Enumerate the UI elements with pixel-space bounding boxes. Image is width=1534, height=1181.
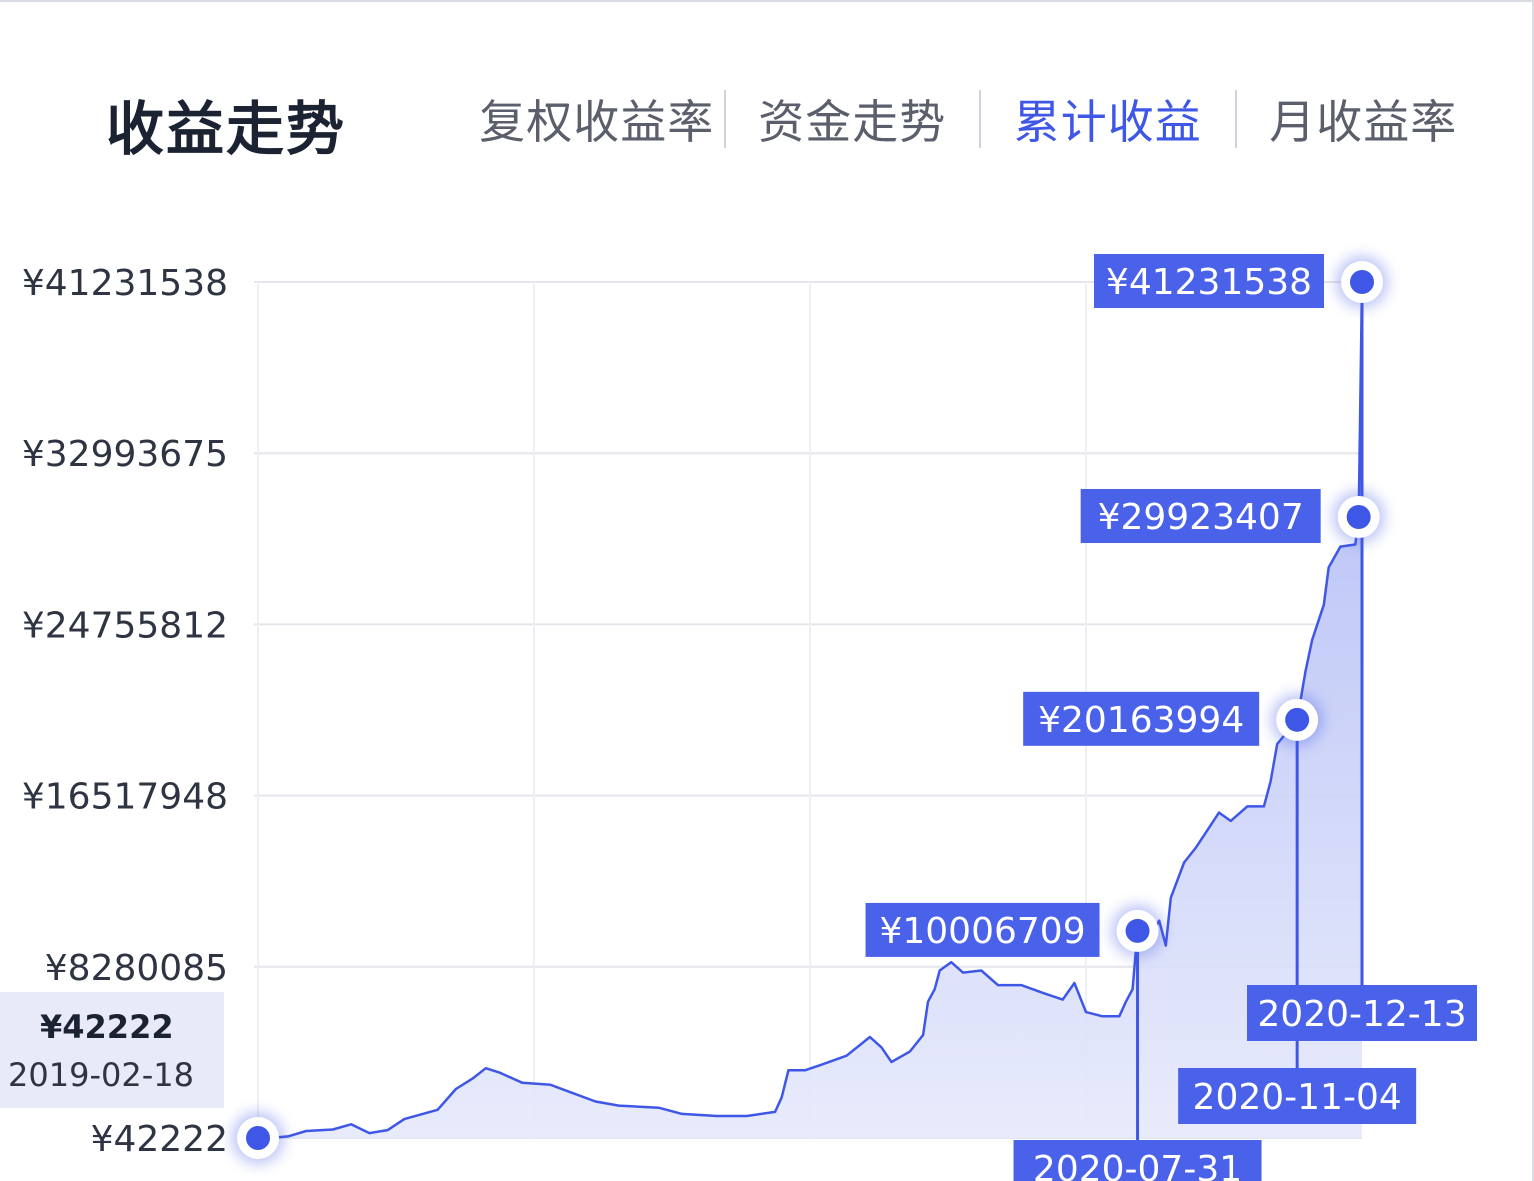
marker-dot [246, 1126, 270, 1150]
y-tick-label: ¥32993675 [22, 434, 228, 475]
highlight-marker [1332, 491, 1385, 544]
value-label: ¥10006709 [865, 902, 1100, 957]
hover-date: 2019-02-18 [8, 1056, 194, 1094]
y-tick-label: ¥24755812 [22, 605, 228, 646]
start-marker [232, 1112, 284, 1164]
value-label: ¥41231538 [1094, 254, 1324, 308]
label-text: 2020-12-13 [1257, 994, 1466, 1035]
date-label: 2020-07-31 [1013, 1140, 1262, 1181]
date-label: 2020-12-13 [1247, 985, 1477, 1041]
value-label: ¥20163994 [1023, 691, 1260, 746]
hover-value: ¥42222 [40, 1008, 174, 1046]
label-text: ¥41231538 [1106, 262, 1312, 303]
value-label: ¥29923407 [1080, 489, 1321, 544]
y-tick-label: ¥8280085 [45, 948, 228, 989]
cumulative-return-chart[interactable]: ¥41231538 ¥32993675 ¥24755812 ¥16517948 ¥828… [0, 0, 1534, 1181]
highlight-marker [1271, 693, 1324, 746]
marker-dot [1285, 707, 1310, 732]
marker-dot [1350, 270, 1374, 294]
label-text: 2020-11-04 [1193, 1077, 1402, 1118]
label-text: ¥20163994 [1038, 700, 1244, 741]
marker-dot [1125, 918, 1150, 943]
marker-dot [1346, 505, 1371, 530]
label-text: ¥29923407 [1098, 497, 1304, 538]
label-text: 2020-07-31 [1033, 1149, 1242, 1181]
y-tick-label: ¥16517948 [22, 777, 228, 818]
y-tick-label: ¥42222 [91, 1119, 228, 1160]
highlight-marker [1336, 256, 1388, 308]
date-label: 2020-11-04 [1178, 1068, 1417, 1124]
highlight-marker [1111, 904, 1164, 957]
y-tick-label: ¥41231538 [22, 263, 228, 304]
label-text: ¥10006709 [879, 911, 1085, 952]
